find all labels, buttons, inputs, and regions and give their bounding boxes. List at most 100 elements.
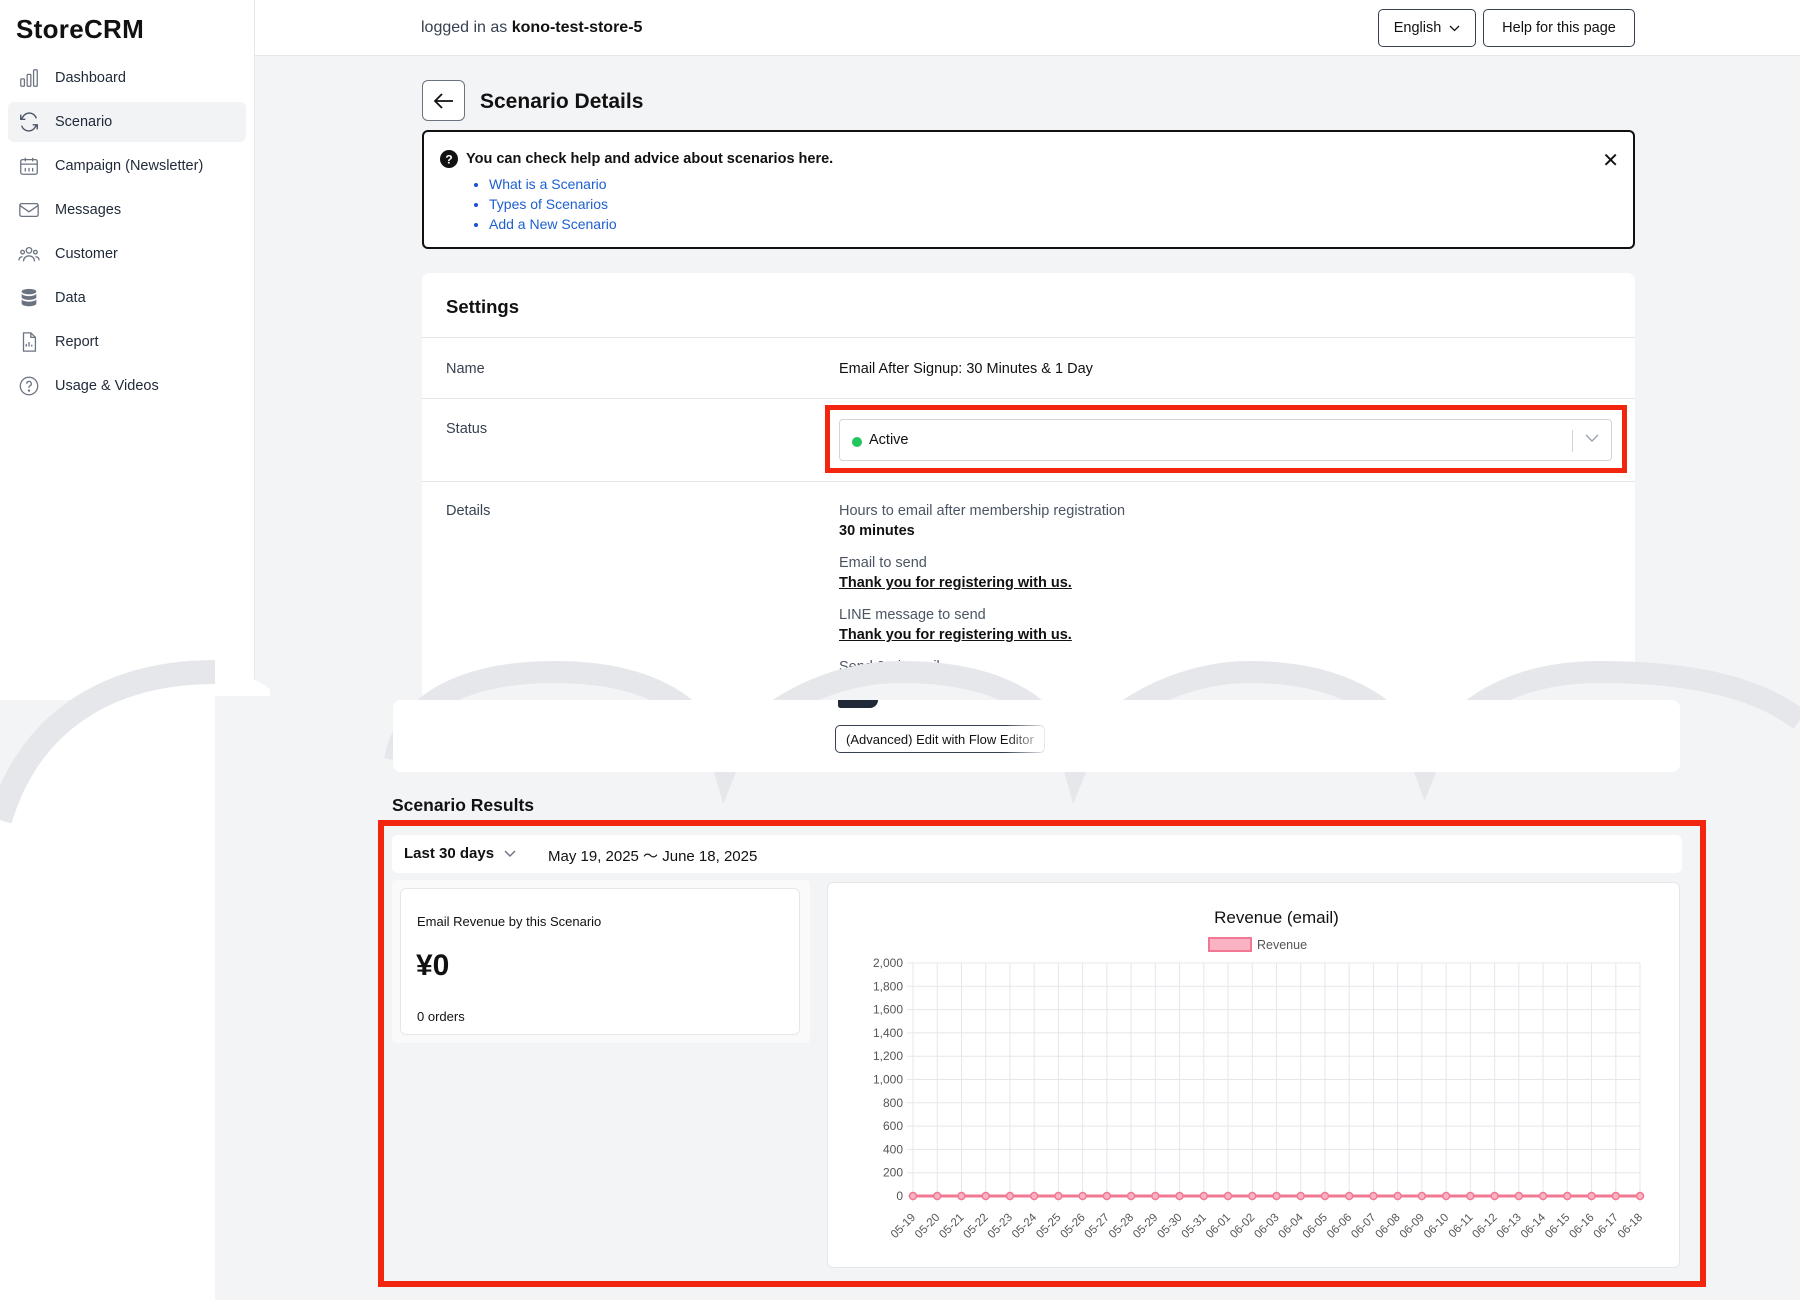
x-tick-label: 06-01 xyxy=(1204,1212,1233,1241)
database-icon xyxy=(21,288,37,307)
sidebar-item-label: Dashboard xyxy=(55,70,126,86)
name-value: Email After Signup: 30 Minutes & 1 Day xyxy=(839,361,1093,377)
help-link-what-is-scenario[interactable]: What is a Scenario xyxy=(489,176,607,192)
hours-label: Hours to email after membership registra… xyxy=(839,503,1126,519)
page-title: Scenario Details xyxy=(480,90,644,113)
x-tick-label: 06-09 xyxy=(1398,1212,1427,1241)
y-tick-label: 1,400 xyxy=(873,1026,903,1040)
x-tick-label: 06-18 xyxy=(1616,1212,1645,1241)
details-block: Hours to email after membership registra… xyxy=(839,503,1539,679)
sidebar-item-report[interactable]: Report xyxy=(8,322,246,362)
legend-label: Revenue xyxy=(1257,938,1307,952)
y-tick-label: 1,600 xyxy=(873,1003,903,1017)
date-range-bar: Last 30 days May 19, 2025 〜 June 18, 202… xyxy=(392,835,1682,873)
data-point xyxy=(908,1191,918,1201)
help-link-add-new-scenario[interactable]: Add a New Scenario xyxy=(489,216,617,232)
sidebar-item-label: Report xyxy=(55,334,99,350)
x-tick-label: 06-07 xyxy=(1349,1212,1378,1241)
x-tick-label: 06-10 xyxy=(1422,1212,1451,1241)
x-tick-label: 05-30 xyxy=(1155,1212,1184,1241)
y-tick-label: 2,000 xyxy=(873,956,903,970)
data-point xyxy=(1369,1191,1378,1201)
svg-text:?: ? xyxy=(445,153,452,167)
x-tick-label: 05-19 xyxy=(889,1212,918,1241)
x-tick-label: 05-29 xyxy=(1131,1212,1160,1241)
x-tick-label: 05-20 xyxy=(913,1212,942,1241)
x-tick-label: 06-03 xyxy=(1252,1212,1281,1241)
data-point xyxy=(1441,1191,1451,1201)
x-tick-label: 06-14 xyxy=(1519,1211,1549,1241)
button-fade xyxy=(1005,722,1050,756)
close-icon[interactable]: ✕ xyxy=(1602,148,1619,173)
revenue-chart-card: Revenue (email) Revenue 0 200 400 600 800 1,000… xyxy=(827,882,1680,1268)
data-point xyxy=(1611,1191,1621,1201)
x-tick-label: 06-04 xyxy=(1277,1211,1307,1241)
sidebar-item-scenario[interactable]: Scenario xyxy=(8,102,246,142)
sidebar-item-campaign[interactable]: Campaign (Newsletter) xyxy=(8,146,246,186)
data-point xyxy=(1126,1191,1136,1201)
divider xyxy=(422,337,1635,338)
help-link-types-of-scenarios[interactable]: Types of Scenarios xyxy=(489,196,608,212)
chevron-down-icon[interactable] xyxy=(1585,434,1599,443)
app-logo[interactable]: StoreCRM xyxy=(16,14,144,45)
help-heading-text: You can check help and advice about scen… xyxy=(466,151,834,167)
date-range-select[interactable]: Last 30 days xyxy=(404,845,516,862)
sidebar-nav: Dashboard Scenario Campaign (Newsletter)… xyxy=(8,58,246,410)
data-point xyxy=(1248,1191,1257,1201)
data-point xyxy=(1320,1191,1330,1201)
y-tick-label: 200 xyxy=(883,1166,903,1180)
data-point xyxy=(1151,1191,1160,1201)
back-button[interactable] xyxy=(422,80,465,121)
divider xyxy=(422,398,1635,399)
email-link[interactable]: Thank you for registering with us. xyxy=(839,575,1539,607)
data-point xyxy=(1175,1191,1184,1201)
data-point xyxy=(932,1191,942,1201)
revenue-label: Email Revenue by this Scenario xyxy=(417,914,602,929)
data-point xyxy=(1199,1191,1209,1201)
data-point xyxy=(1538,1191,1548,1201)
sidebar: StoreCRM Dashboard Scenario Campaign (Ne… xyxy=(0,0,255,700)
x-tick-label: 06-16 xyxy=(1567,1212,1596,1241)
x-tick-label: 06-15 xyxy=(1543,1212,1572,1241)
bar-chart-icon xyxy=(20,69,38,87)
list-item: What is a Scenario xyxy=(489,174,617,194)
sidebar-item-customer[interactable]: Customer xyxy=(8,234,246,274)
name-label: Name xyxy=(446,361,485,377)
line-message-link[interactable]: Thank you for registering with us. xyxy=(839,627,1539,659)
status-select[interactable]: Active xyxy=(839,419,1612,461)
top-bar: logged in as kono-test-store-5 English H… xyxy=(255,0,1800,56)
users-icon xyxy=(18,246,40,262)
results-title: Scenario Results xyxy=(392,795,534,815)
language-select-button[interactable]: English xyxy=(1378,9,1476,47)
sidebar-item-messages[interactable]: Messages xyxy=(8,190,246,230)
sidebar-item-usage-videos[interactable]: Usage & Videos xyxy=(8,366,246,406)
chevron-down-icon xyxy=(504,850,516,857)
data-point xyxy=(1272,1191,1281,1201)
status-label: Status xyxy=(446,421,488,437)
calendar-icon xyxy=(20,157,38,175)
data-point xyxy=(1514,1191,1524,1201)
second-email-toggle[interactable] xyxy=(838,700,878,708)
settings-title: Settings xyxy=(446,296,519,317)
sidebar-item-data[interactable]: Data xyxy=(8,278,246,318)
y-tick-label: 1,000 xyxy=(873,1073,903,1087)
data-point xyxy=(1005,1191,1015,1201)
y-tick-label: 0 xyxy=(896,1189,903,1203)
select-separator xyxy=(1572,430,1573,452)
date-range-text: May 19, 2025 〜 June 18, 2025 xyxy=(548,848,758,865)
revenue-chart: Revenue (email) Revenue 0 200 400 600 800 1,000… xyxy=(873,908,1645,1241)
x-tick-label: 06-17 xyxy=(1592,1212,1621,1241)
y-tick-label: 1,200 xyxy=(873,1049,903,1063)
data-point xyxy=(1635,1191,1645,1201)
data-point xyxy=(1466,1191,1475,1201)
x-tick-label: 05-21 xyxy=(937,1212,966,1241)
revenue-value: ¥0 xyxy=(416,949,450,982)
date-range-label: Last 30 days xyxy=(404,845,495,862)
x-tick-label: 05-25 xyxy=(1034,1212,1063,1241)
x-tick-label: 05-22 xyxy=(962,1212,991,1241)
sidebar-item-dashboard[interactable]: Dashboard xyxy=(8,58,246,98)
data-point xyxy=(1223,1191,1233,1201)
help-heading: ? You can check help and advice about sc… xyxy=(440,150,833,168)
x-tick-label: 05-28 xyxy=(1107,1212,1136,1241)
help-page-button[interactable]: Help for this page xyxy=(1483,9,1635,47)
